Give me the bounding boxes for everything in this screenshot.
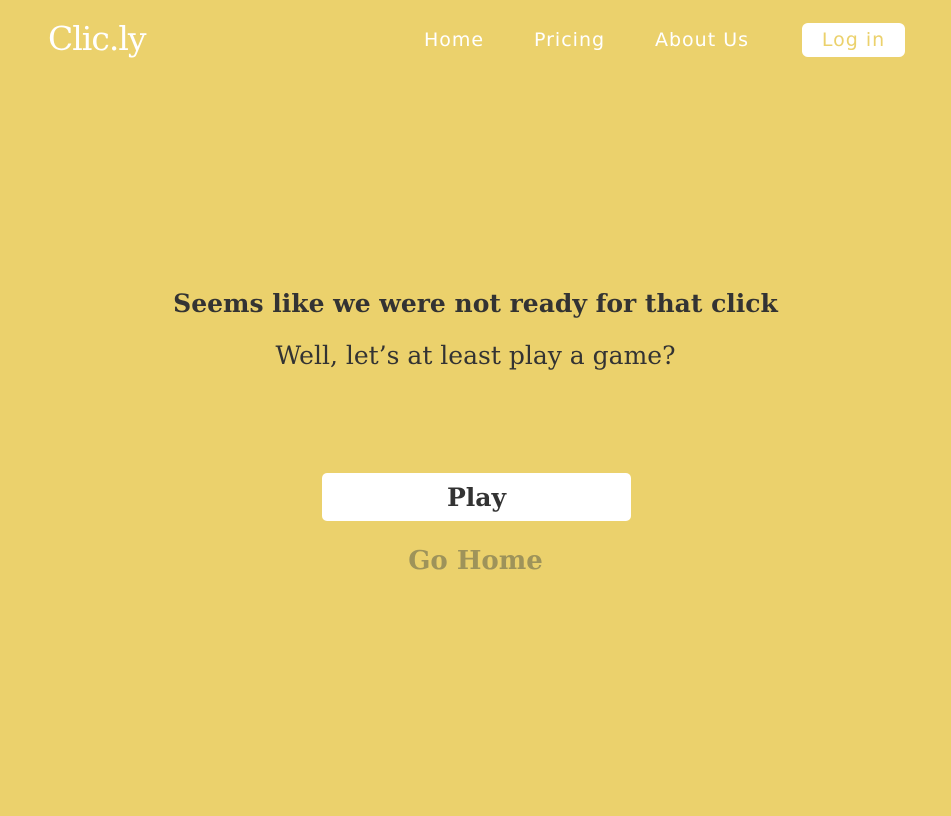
logo[interactable]: Clic.ly — [48, 14, 147, 64]
play-button[interactable]: Play — [322, 473, 631, 521]
navbar: Clic.ly Home Pricing About Us Log in — [0, 0, 951, 80]
go-home-container: Go Home — [0, 543, 951, 579]
error-title: Seems like we were not ready for that cl… — [173, 289, 778, 318]
login-button[interactable]: Log in — [802, 23, 905, 57]
go-home-link[interactable]: Go Home — [408, 546, 543, 576]
nav-link-about-us[interactable]: About Us — [655, 26, 749, 54]
nav-link-pricing[interactable]: Pricing — [534, 26, 605, 54]
nav-link-home[interactable]: Home — [424, 26, 484, 54]
error-subtitle: Well, let’s at least play a game? — [275, 341, 676, 370]
